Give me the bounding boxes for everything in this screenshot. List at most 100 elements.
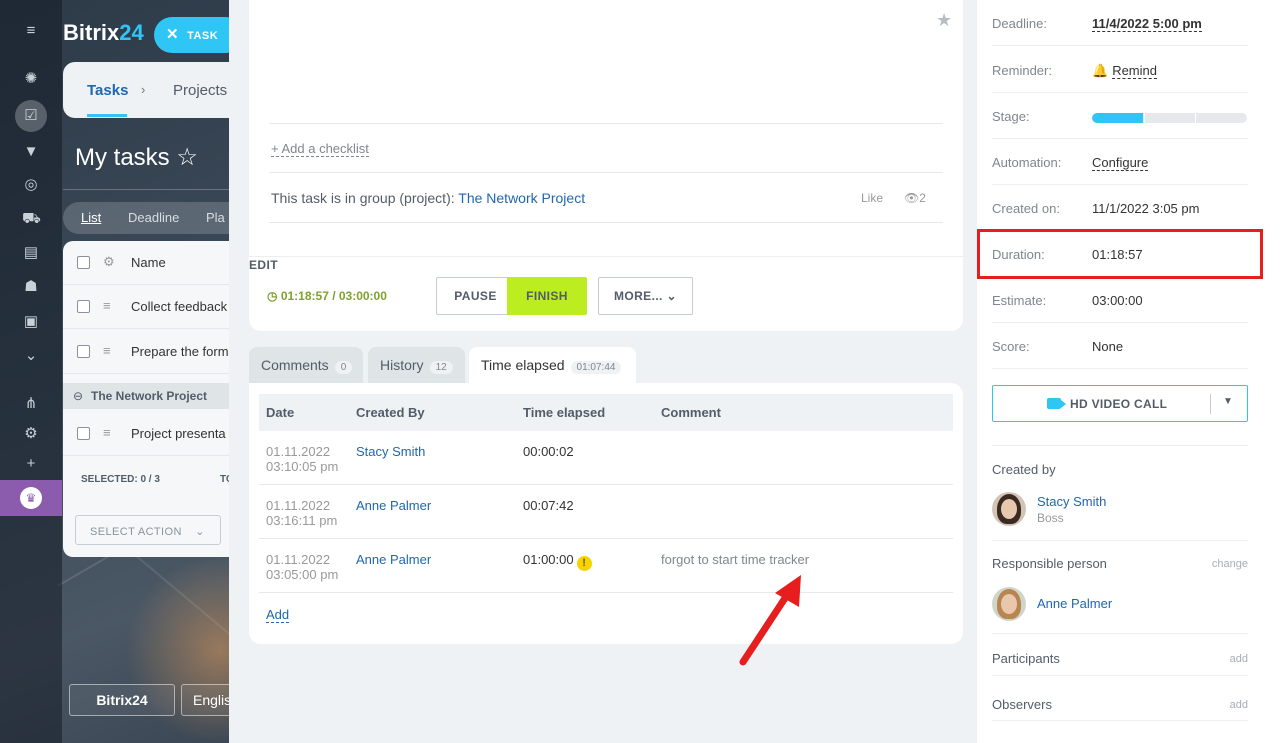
row-elapsed: 00:07:42 [523, 498, 574, 513]
tab-list[interactable]: List [81, 210, 101, 225]
tab-deadline[interactable]: Deadline [128, 210, 179, 225]
row-user-link[interactable]: Stacy Smith [356, 444, 425, 459]
like-button[interactable]: Like [861, 191, 883, 205]
creator-role: Boss [1037, 511, 1064, 525]
pause-button[interactable]: PAUSE [436, 277, 515, 315]
row-user-link[interactable]: Anne Palmer [356, 552, 431, 567]
list-item[interactable]: ≡ Project presenta [63, 412, 233, 456]
list-item-title[interactable]: Prepare the form [131, 344, 229, 359]
remind-link[interactable]: 🔔 Remind [1092, 63, 1157, 79]
gear-icon[interactable]: ⚙ [103, 254, 115, 270]
responsible-name-link[interactable]: Anne Palmer [1037, 596, 1112, 611]
target-icon[interactable]: ◎ [22, 176, 40, 194]
table-header: Date Created By Time elapsed Comment [259, 394, 953, 431]
change-responsible-link[interactable]: change [1212, 558, 1248, 570]
contacts-icon[interactable]: ▤ [22, 244, 40, 262]
stage-divider [1195, 113, 1196, 123]
edit-button[interactable]: EDIT [249, 258, 278, 272]
pulse-icon[interactable]: ✺ [22, 70, 40, 88]
settings-icon[interactable]: ⚙ [22, 425, 40, 443]
add-time-link[interactable]: Add [266, 607, 290, 623]
tab-history[interactable]: History 12 [368, 347, 465, 383]
page-title: My tasks ☆ [75, 144, 198, 171]
more-button[interactable]: MORE... ⌄ [598, 277, 693, 315]
stage-progress[interactable] [1092, 113, 1247, 123]
group-title: The Network Project [91, 389, 208, 403]
row-checkbox[interactable] [77, 427, 90, 440]
star-icon[interactable]: ☆ [176, 144, 198, 171]
chevron-down-icon[interactable]: ▼ [1223, 396, 1233, 407]
bell-icon: 🔔 [1092, 63, 1109, 78]
favorite-star-icon[interactable]: ★ [936, 10, 952, 31]
sitemap-icon[interactable]: ⋔ [22, 395, 40, 413]
stage-progress-fill [1092, 113, 1144, 123]
add-observer-link[interactable]: add [1230, 699, 1248, 711]
list-item[interactable]: ≡ Collect feedback [63, 285, 233, 329]
active-underline [87, 114, 127, 117]
row-elapsed: 01:00:00! [523, 552, 592, 571]
collapse-icon[interactable]: ⊖ [73, 389, 83, 403]
breadcrumb-tasks[interactable]: Tasks [87, 82, 128, 99]
row-user-link[interactable]: Anne Palmer [356, 498, 431, 513]
created-by-label: Created by [992, 462, 1056, 477]
task-panel: ★ + Add a checklist This task is in grou… [229, 0, 1280, 743]
drag-handle-icon[interactable]: ≡ [103, 298, 111, 313]
row-checkbox[interactable] [77, 300, 90, 313]
score-value[interactable]: None [1092, 339, 1123, 354]
configure-link[interactable]: Configure [1092, 155, 1149, 171]
select-action-dropdown[interactable]: SELECT ACTION ⌄ [75, 515, 221, 545]
hd-video-call-button[interactable]: HD VIDEO CALL ▼ [992, 385, 1248, 422]
group-header[interactable]: ⊖ The Network Project [63, 383, 233, 409]
cart-icon[interactable]: ⛟ [22, 210, 41, 228]
list-header: ⚙ Name [63, 241, 233, 285]
deadline-value[interactable]: 11/4/2022 5:00 pm [1092, 16, 1202, 32]
tab-comments[interactable]: Comments 0 [249, 347, 363, 383]
duration-highlight-box [977, 229, 1263, 279]
clock-icon: ◷ [267, 289, 278, 303]
tab-planner[interactable]: Pla [206, 210, 225, 225]
close-icon: ✕ [166, 26, 180, 43]
row-date: 01.11.2022 03:05:00 pm [266, 552, 339, 582]
menu-icon[interactable]: ≡ [22, 22, 40, 40]
robot-icon[interactable]: ☗ [22, 278, 40, 296]
task-sidebar: Deadline: 11/4/2022 5:00 pm Reminder: 🔔 R… [977, 0, 1280, 743]
more-icon[interactable]: ⌄ [22, 347, 40, 365]
box-icon[interactable]: ▣ [22, 313, 40, 331]
add-checklist-link[interactable]: + Add a checklist [271, 141, 369, 157]
creator-name-link[interactable]: Stacy Smith [1037, 494, 1106, 509]
drag-handle-icon[interactable]: ≡ [103, 425, 111, 440]
column-created-by: Created By [356, 405, 425, 420]
divider [269, 222, 943, 223]
warning-icon[interactable]: ! [576, 556, 592, 571]
footer-logo[interactable]: Bitrix24 [69, 684, 175, 716]
avatar[interactable] [992, 492, 1026, 526]
camera-icon [1047, 398, 1066, 409]
row-date: 01.11.2022 03:16:11 pm [266, 498, 338, 528]
drag-handle-icon[interactable]: ≡ [103, 343, 111, 358]
table-row: 01.11.2022 03:05:00 pm Anne Palmer 01:00:… [259, 539, 953, 593]
tab-time-elapsed[interactable]: Time elapsed 01:07:44 [469, 347, 636, 383]
list-item[interactable]: ≡ Prepare the form [63, 330, 233, 374]
group-link[interactable]: The Network Project [458, 190, 585, 206]
task-action-bar: ◷ 01:18:57 / 03:00:00 PAUSE FINISH MORE.… [249, 256, 963, 331]
column-time-elapsed: Time elapsed [523, 405, 606, 420]
funnel-icon[interactable]: ▼ [22, 143, 40, 161]
add-participant-link[interactable]: add [1230, 653, 1248, 665]
select-all-checkbox[interactable] [77, 256, 90, 269]
chevron-down-icon: ⌄ [666, 289, 677, 303]
row-checkbox[interactable] [77, 345, 90, 358]
plus-icon[interactable]: + [22, 455, 40, 473]
divider [63, 189, 233, 190]
divider [992, 540, 1248, 541]
created-on-value: 11/1/2022 3:05 pm [1092, 201, 1200, 216]
finish-button[interactable]: FINISH [507, 277, 587, 315]
divider [992, 445, 1248, 446]
tasks-icon[interactable]: ☑ [15, 100, 47, 132]
list-item-title[interactable]: Project presenta [131, 426, 226, 441]
avatar[interactable] [992, 587, 1026, 621]
list-item-title[interactable]: Collect feedback [131, 299, 227, 314]
table-row: 01.11.2022 03:16:11 pm Anne Palmer 00:07:… [259, 485, 953, 539]
breadcrumb-projects[interactable]: Projects [173, 82, 227, 99]
stage-divider [1144, 113, 1145, 123]
upgrade-banner[interactable]: ♛ [0, 480, 62, 516]
